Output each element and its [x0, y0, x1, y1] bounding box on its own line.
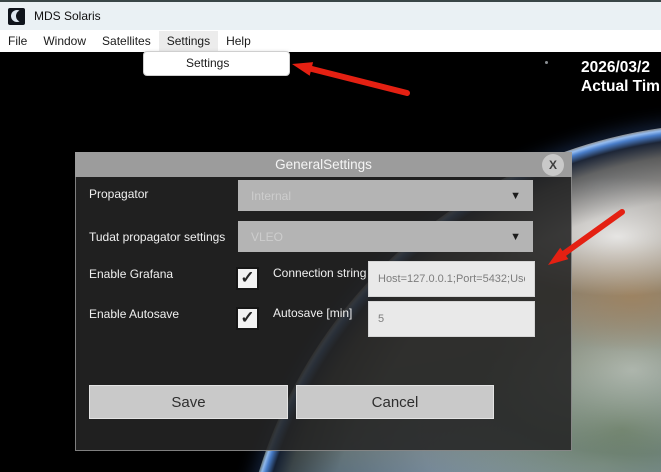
save-button[interactable]: Save: [89, 385, 288, 419]
menubar: File Window Satellites Settings Help: [0, 30, 661, 52]
check-icon: ✓: [240, 308, 255, 327]
menu-window[interactable]: Window: [35, 31, 94, 51]
tudat-settings-label: Tudat propagator settings: [89, 230, 226, 244]
dialog-header: GeneralSettings X: [75, 152, 572, 177]
menu-satellites[interactable]: Satellites: [94, 31, 159, 51]
propagator-label: Propagator: [89, 187, 149, 201]
menu-help[interactable]: Help: [218, 31, 259, 51]
star-dot: [545, 61, 548, 64]
close-button[interactable]: X: [542, 153, 564, 176]
arrow-to-settings-menu-item: [292, 62, 410, 96]
general-settings-dialog: GeneralSettings X Propagator Internal ▼ …: [75, 152, 572, 451]
chevron-down-icon: ▼: [510, 189, 521, 202]
propagator-select[interactable]: Internal ▼: [238, 180, 533, 211]
cancel-button[interactable]: Cancel: [296, 385, 494, 419]
enable-autosave-label: Enable Autosave: [89, 307, 180, 321]
tudat-settings-select[interactable]: VLEO ▼: [238, 221, 533, 252]
tudat-settings-value: VLEO: [251, 229, 284, 244]
dialog-title: GeneralSettings: [275, 157, 372, 172]
menu-file[interactable]: File: [0, 31, 35, 51]
app-crescent-icon: [8, 7, 25, 25]
chevron-down-icon: ▼: [510, 230, 521, 243]
enable-grafana-checkbox[interactable]: ✓: [236, 267, 259, 290]
autosave-min-label: Autosave [min]: [273, 306, 353, 320]
propagator-value: Internal: [251, 188, 292, 203]
enable-grafana-label: Enable Grafana: [89, 267, 174, 281]
autosave-min-input[interactable]: [368, 301, 535, 337]
simulation-datetime: 2026/03/2 Actual Tim: [581, 58, 660, 96]
menu-settings[interactable]: Settings: [158, 31, 219, 51]
settings-dropdown-menu: Settings: [143, 51, 290, 76]
datetime-label: Actual Tim: [581, 78, 660, 95]
window-titlebar: MDS Solaris: [0, 2, 661, 30]
connection-string-label: Connection string: [273, 266, 367, 280]
check-icon: ✓: [240, 268, 255, 287]
connection-string-input[interactable]: [368, 261, 535, 297]
app-window: 2026/03/2 Actual Tim MDS Solaris File Wi…: [0, 0, 661, 472]
menu-item-settings[interactable]: Settings: [144, 52, 289, 75]
window-title: MDS Solaris: [34, 9, 101, 23]
enable-autosave-checkbox[interactable]: ✓: [236, 307, 259, 330]
datetime-date: 2026/03/2: [581, 59, 650, 76]
